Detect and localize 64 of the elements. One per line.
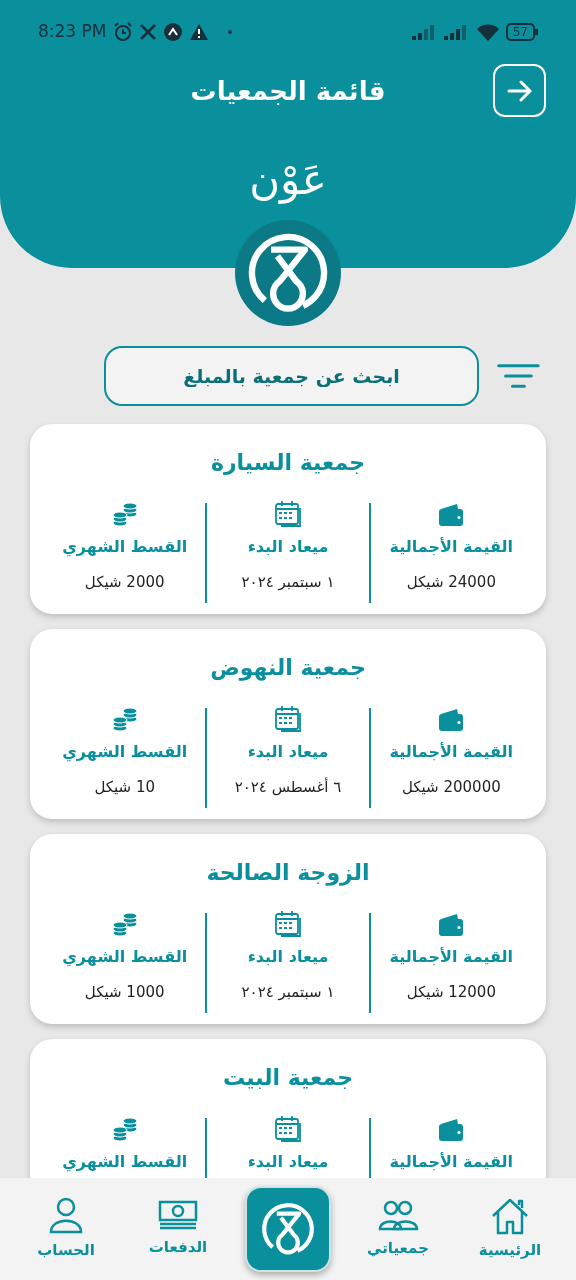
field-value: 2000 شيكل bbox=[84, 572, 165, 593]
people-icon bbox=[377, 1198, 419, 1233]
card-title: جمعية السيارة bbox=[210, 449, 366, 477]
coins-icon bbox=[110, 911, 139, 937]
card-title: الزوجة الصالحة bbox=[206, 859, 370, 888]
field-label: القيمة الأجمالية bbox=[389, 1151, 514, 1173]
field-label: القسط الشهري bbox=[62, 1151, 188, 1174]
field-value: 10 شيكل bbox=[94, 777, 155, 798]
field-label: القيمة الأجمالية bbox=[389, 741, 514, 763]
nav-item[interactable]: الدفعات bbox=[133, 1199, 223, 1259]
alarm-icon bbox=[112, 22, 133, 42]
field-label: القسط الشهري bbox=[62, 741, 188, 764]
association-card[interactable]: جمعية النهوض القيمة الأجمالية 200000 شيكل ميعاد البدء ٦ أغسطس ٢٠٢٤ القسط الشهري 10 شيكل bbox=[30, 629, 546, 819]
field-value: ١ سبتمبر ٢٠٢٤ bbox=[241, 982, 335, 1003]
home-icon bbox=[490, 1196, 530, 1235]
brand-name: عَوْن bbox=[249, 154, 327, 206]
association-card[interactable]: جمعية السيارة القيمة الأجمالية 24000 شيكل ميعاد البدء ١ سبتمبر ٢٠٢٤ القسط الشهري 2000 شيكل bbox=[30, 424, 546, 614]
coins-icon bbox=[110, 706, 139, 732]
center-button[interactable] bbox=[245, 1186, 331, 1272]
calendar-icon bbox=[274, 704, 302, 732]
calendar-icon bbox=[274, 499, 302, 527]
search-field[interactable]: ابحث عن جمعية بالمبلغ bbox=[104, 346, 480, 406]
user-icon bbox=[48, 1196, 84, 1235]
wifi-icon bbox=[475, 23, 500, 41]
association-card[interactable]: الزوجة الصالحة القيمة الأجمالية 12000 شيكل ميعاد البدء ١ سبتمبر ٢٠٢٤ القسط الشهري 1000 شيكل bbox=[30, 834, 546, 1024]
field-label: القيمة الأجمالية bbox=[389, 536, 514, 558]
field-label: ميعاد البدء bbox=[247, 536, 329, 558]
association-card[interactable]: جمعية البيت القيمة الأجمالية ميعاد البدء القسط الشهري bbox=[30, 1039, 546, 1178]
wallet-icon bbox=[437, 913, 466, 937]
field-label: القسط الشهري bbox=[62, 536, 188, 559]
field-value: ١ سبتمبر ٢٠٢٤ bbox=[241, 572, 335, 593]
field-label: القسط الشهري bbox=[62, 946, 188, 969]
filter-icon[interactable] bbox=[497, 361, 540, 391]
back-button[interactable] bbox=[493, 64, 546, 117]
field-value: 200000 شيكل bbox=[401, 777, 501, 798]
logo-icon bbox=[235, 220, 341, 326]
field-label: ميعاد البدء bbox=[247, 1151, 329, 1173]
battery-icon: 57 bbox=[505, 23, 538, 41]
coins-icon bbox=[110, 501, 139, 527]
field-value: 24000 شيكل bbox=[406, 572, 496, 593]
calendar-icon bbox=[274, 1114, 302, 1142]
x-icon bbox=[138, 23, 157, 41]
nav-item[interactable]: الرئيسية bbox=[465, 1196, 555, 1262]
field-label: ميعاد البدء bbox=[247, 741, 329, 763]
nav-item[interactable]: الحساب bbox=[21, 1196, 111, 1262]
field-label: القيمة الأجمالية bbox=[389, 946, 514, 968]
wallet-icon bbox=[437, 708, 466, 732]
wallet-icon bbox=[437, 1118, 466, 1142]
card-title: جمعية النهوض bbox=[210, 654, 366, 683]
field-value: ٦ أغسطس ٢٠٢٤ bbox=[234, 776, 342, 798]
coins-icon bbox=[110, 1116, 139, 1142]
card-title: جمعية البيت bbox=[222, 1064, 354, 1092]
field-label: ميعاد البدء bbox=[247, 946, 329, 968]
circle-icon bbox=[162, 22, 183, 42]
status-time: 8:23 PM bbox=[38, 20, 107, 44]
warning-icon bbox=[188, 23, 209, 41]
wallet-icon bbox=[437, 503, 466, 527]
page-title: قائمة الجمعيات bbox=[190, 74, 386, 108]
calendar-icon bbox=[274, 909, 302, 937]
arrow-right-icon bbox=[506, 79, 533, 102]
banknote-icon bbox=[158, 1199, 198, 1232]
field-value: 12000 شيكل bbox=[406, 982, 496, 1003]
nav-item[interactable]: جمعياتي bbox=[353, 1198, 443, 1260]
field-value: 1000 شيكل bbox=[84, 982, 165, 1003]
